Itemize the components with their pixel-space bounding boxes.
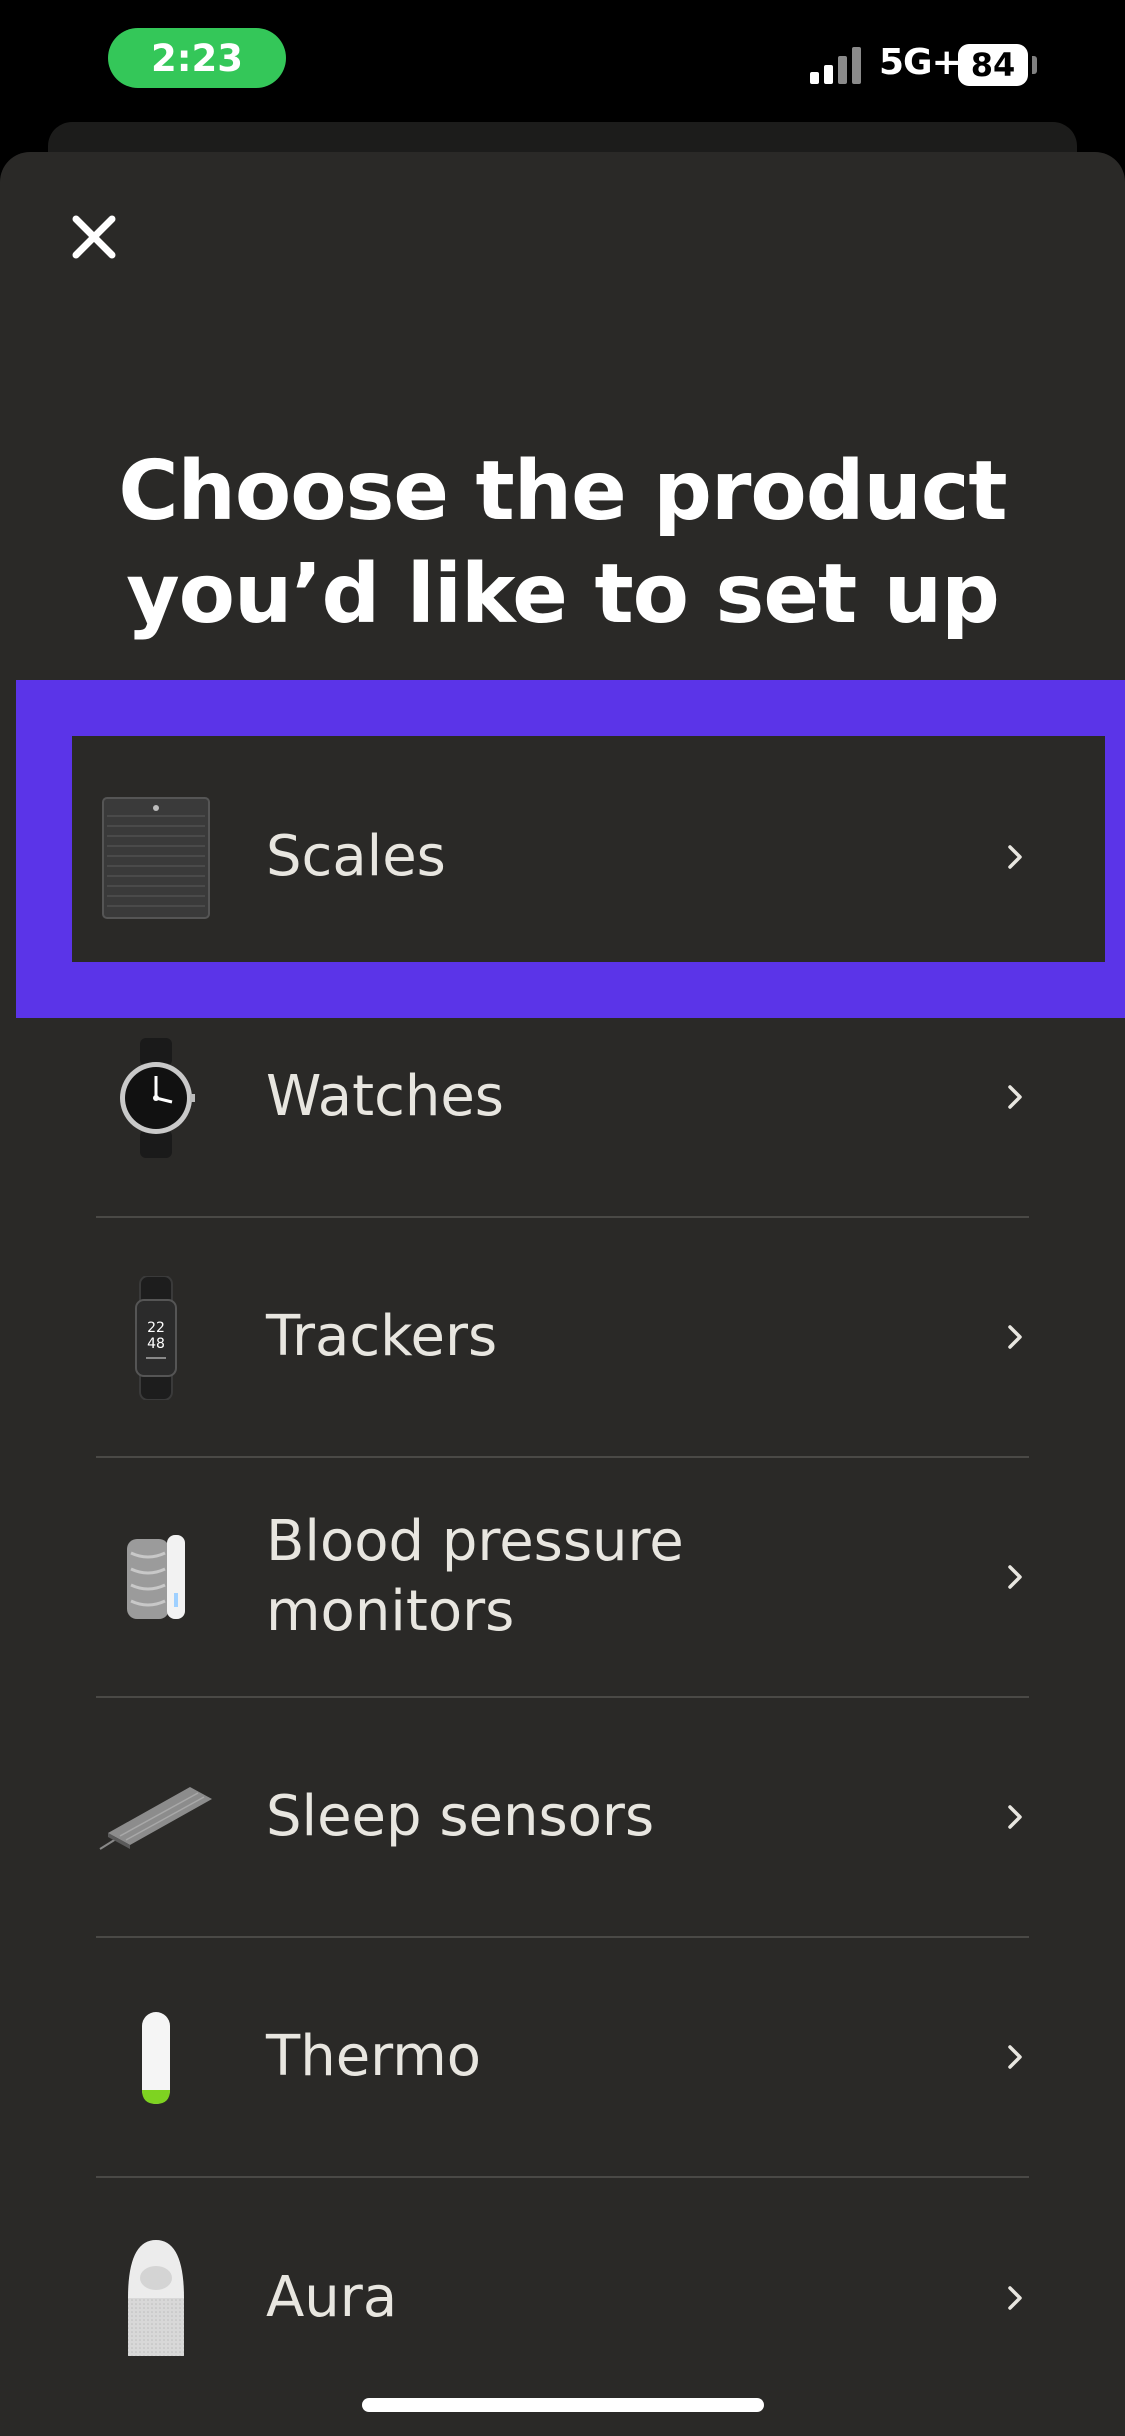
product-list: Scales Watches 22 48 Trackers Blood pres…	[0, 0, 1125, 2436]
svg-text:48: 48	[147, 1336, 165, 1352]
blood-pressure-monitor-icon	[96, 1458, 216, 1698]
watch-icon	[96, 978, 216, 1218]
product-row-trackers[interactable]: 22 48 Trackers	[96, 1218, 1029, 1458]
chevron-right-icon	[1001, 2284, 1029, 2312]
screen: 2:23 5G+ 84 Choose the product you’d lik…	[0, 0, 1125, 2436]
sleep-sensor-icon	[96, 1698, 216, 1938]
product-label: Blood pressure monitors	[266, 1509, 684, 1644]
scale-icon	[96, 738, 216, 978]
product-label: Watches	[266, 1064, 504, 1129]
chevron-right-icon	[1001, 843, 1029, 871]
product-row-sleep-sensors[interactable]: Sleep sensors	[96, 1698, 1029, 1938]
product-row-scales[interactable]: Scales	[96, 738, 1029, 978]
chevron-right-icon	[1001, 1323, 1029, 1351]
product-label: Thermo	[266, 2024, 482, 2089]
product-label: Scales	[266, 824, 446, 889]
product-row-thermo[interactable]: Thermo	[96, 1938, 1029, 2178]
tracker-icon: 22 48	[96, 1218, 216, 1458]
product-label: Trackers	[266, 1304, 498, 1369]
product-row-aura[interactable]: Aura	[96, 2178, 1029, 2418]
chevron-right-icon	[1001, 1563, 1029, 1591]
svg-text:22: 22	[147, 1320, 165, 1336]
chevron-right-icon	[1001, 1083, 1029, 1111]
aura-icon	[96, 2178, 216, 2418]
product-label: Sleep sensors	[266, 1784, 655, 1849]
home-indicator[interactable]	[362, 2398, 764, 2412]
product-row-blood-pressure-monitors[interactable]: Blood pressure monitors	[96, 1458, 1029, 1698]
chevron-right-icon	[1001, 1803, 1029, 1831]
product-label: Aura	[266, 2265, 398, 2330]
product-row-watches[interactable]: Watches	[96, 978, 1029, 1218]
chevron-right-icon	[1001, 2043, 1029, 2071]
thermometer-icon	[96, 1938, 216, 2178]
